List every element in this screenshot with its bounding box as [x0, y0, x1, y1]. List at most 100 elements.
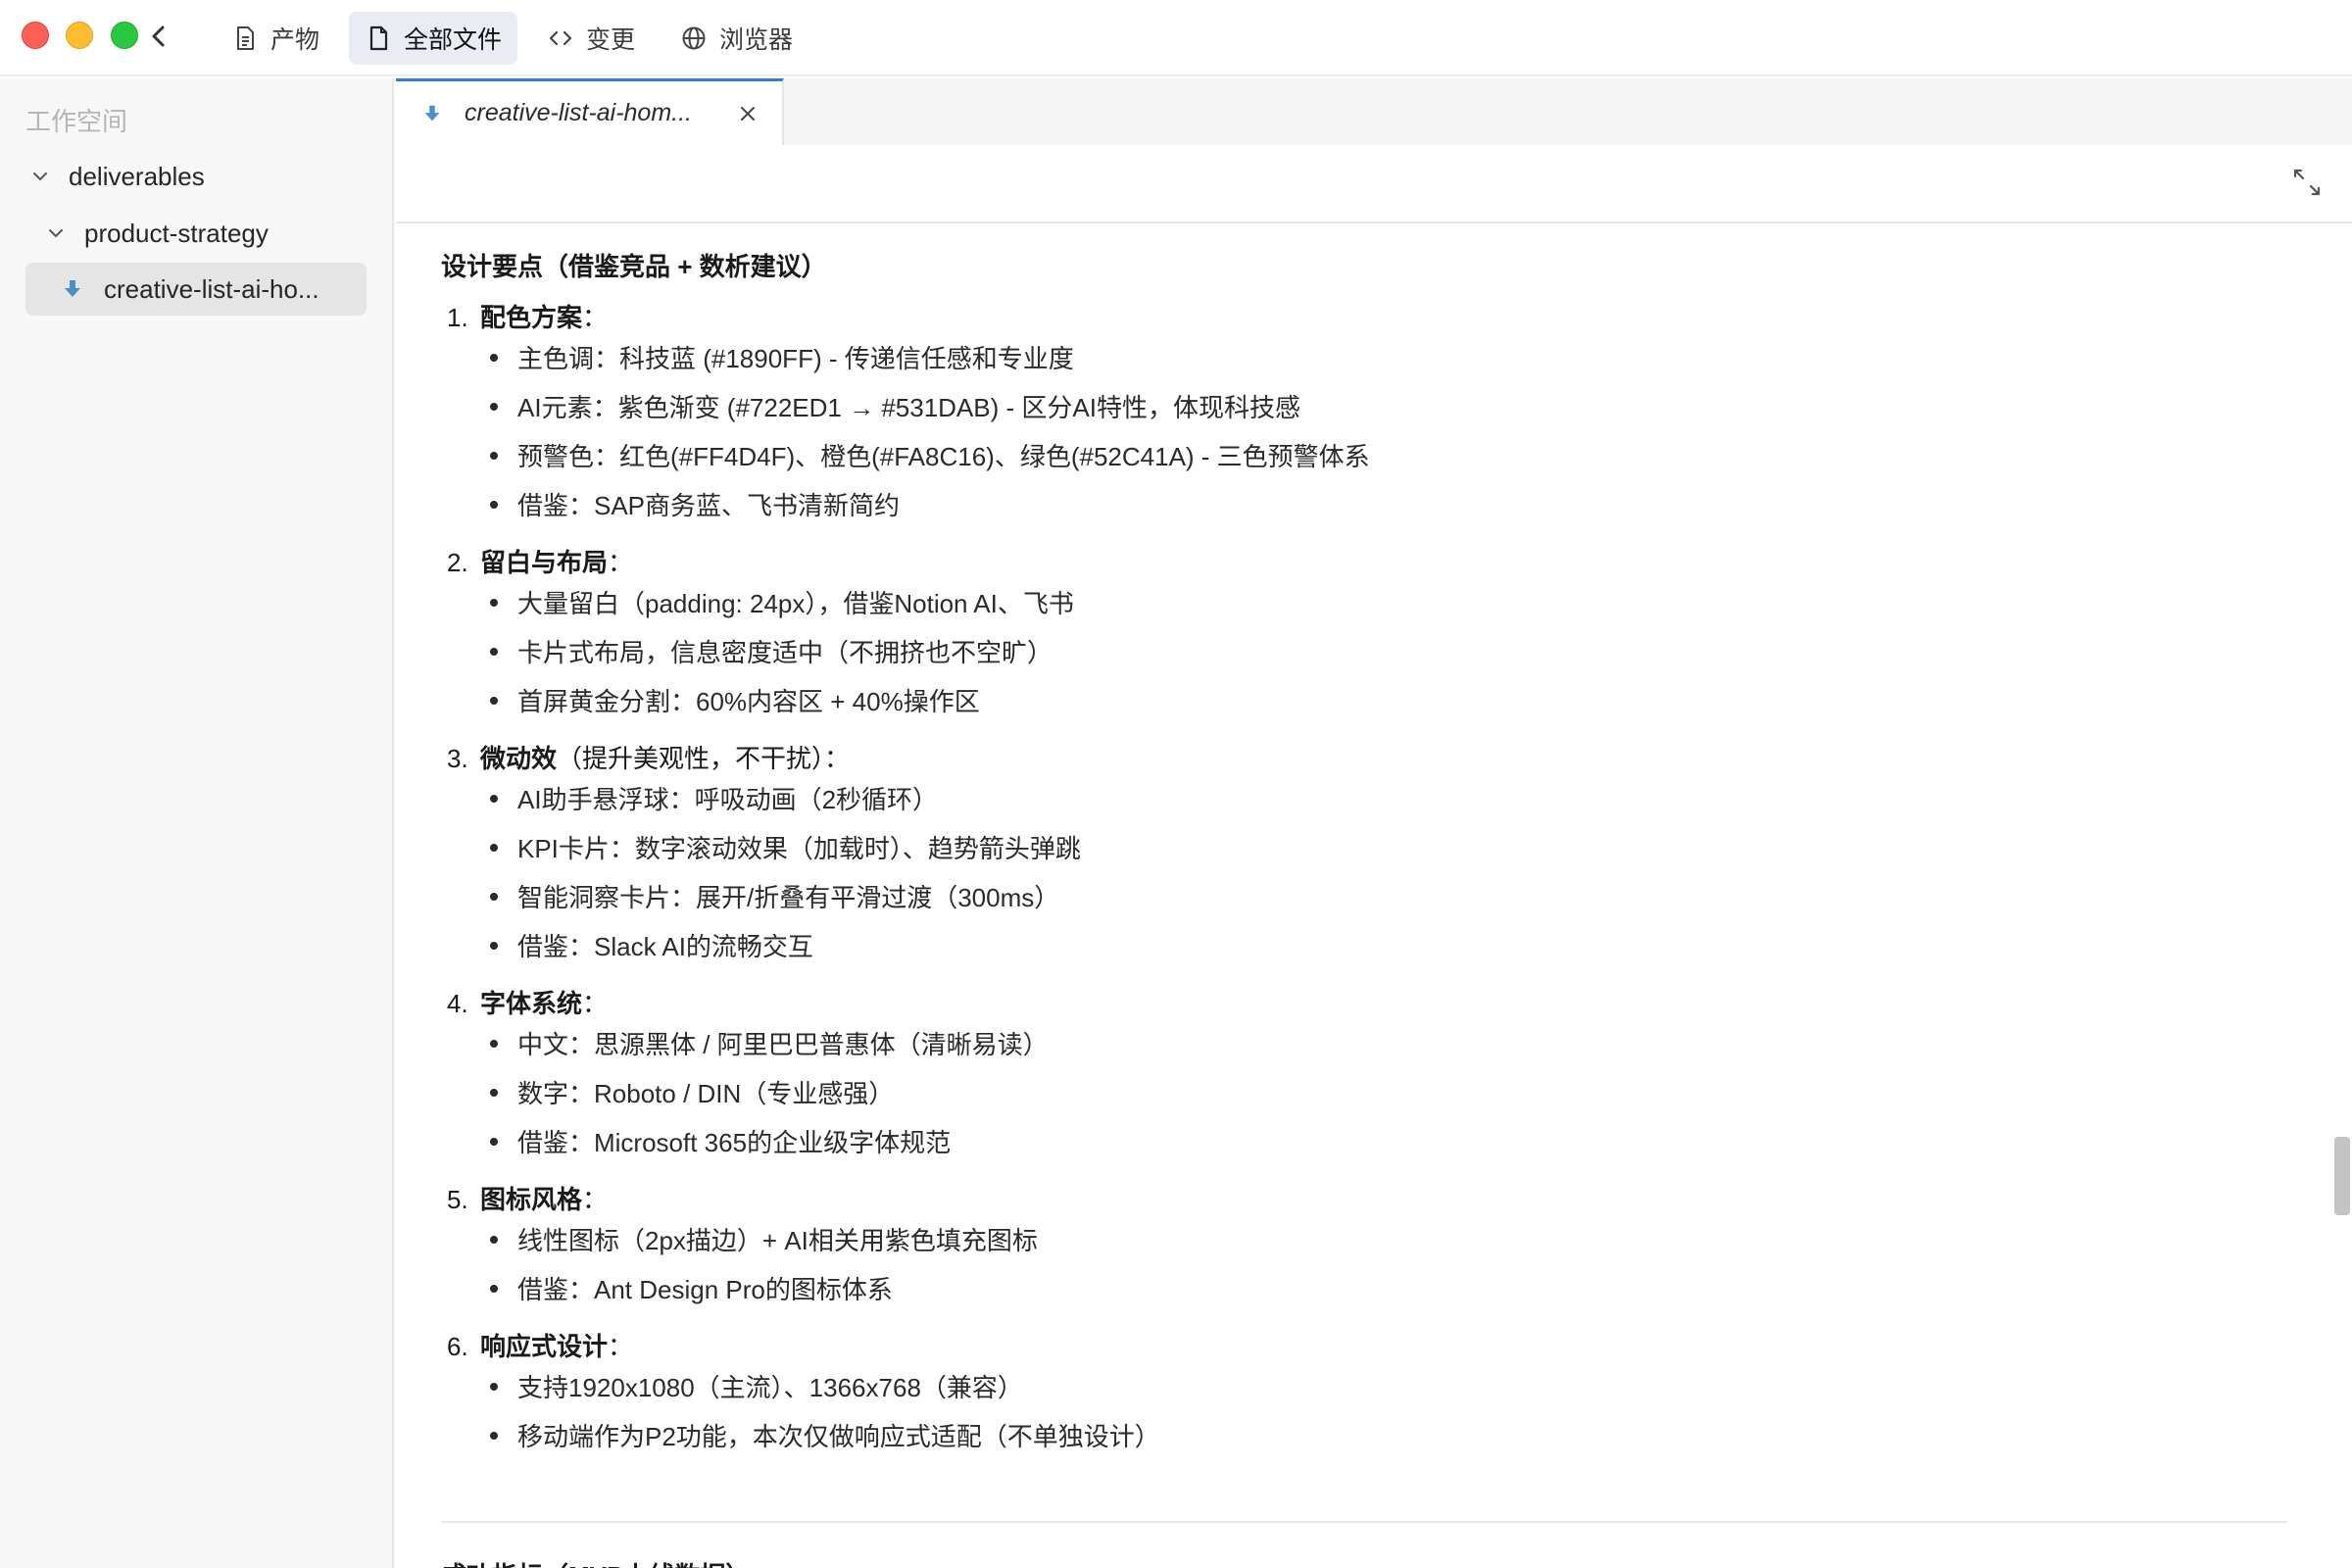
bullet-item: 支持1920x1080（主流）、1366x768（兼容） — [490, 1368, 1023, 1404]
list-item-section: 2. 留白与布局： — [447, 543, 633, 579]
list-item-section: 4. 字体系统： — [447, 984, 608, 1020]
list-number: 5. — [447, 1185, 468, 1214]
nav-tab-artifacts[interactable]: 产物 — [216, 12, 335, 65]
bullet-text: 卡片式布局，信息密度适中（不拥挤也不空旷） — [517, 638, 1054, 667]
expand-icon[interactable] — [2291, 167, 2323, 198]
markdown-file-icon — [424, 105, 440, 121]
tree-item-label: deliverables — [69, 161, 205, 191]
nav-tab-all-files[interactable]: 全部文件 — [349, 12, 518, 65]
bullet-text: 主色调：科技蓝 (#1890FF) - 传递信任感和专业度 — [517, 344, 1074, 373]
list-item-section: 1. 配色方案： — [447, 298, 608, 334]
list-number: 1. — [447, 303, 468, 332]
bullet-text: 线性图标（2px描边）+ AI相关用紫色填充图标 — [517, 1226, 1038, 1255]
editor-toolbar — [396, 145, 2352, 223]
file-icon — [369, 25, 388, 51]
bullet-item: KPI卡片：数字滚动效果（加载时）、趋势箭头弹跳 — [490, 829, 1081, 865]
bullet-text: 预警色：红色(#FF4D4F)、橙色(#FA8C16)、绿色(#52C41A) … — [517, 442, 1370, 471]
bullet-item: 借鉴：SAP商务蓝、飞书清新简约 — [490, 486, 900, 522]
section-title-suffix: ： — [582, 1185, 609, 1214]
markdown-file-icon — [65, 280, 80, 297]
bullet-text: 支持1920x1080（主流）、1366x768（兼容） — [517, 1373, 1023, 1402]
bullet-text: AI助手悬浮球：呼吸动画（2秒循环） — [517, 785, 939, 814]
tree-folder-deliverables[interactable]: deliverables — [29, 157, 205, 196]
bullet-text: 首屏黄金分割：60%内容区 + 40%操作区 — [517, 687, 980, 716]
bullet-text: 智能洞察卡片：展开/折叠有平滑过渡（300ms） — [517, 883, 1060, 912]
list-number: 3. — [447, 744, 468, 773]
list-item-section: 6. 响应式设计： — [447, 1327, 633, 1363]
document-content: 设计要点（借鉴竞品 + 数析建议） 1. 配色方案： 主色调：科技蓝 (#1890… — [396, 225, 2336, 1568]
list-item-section: 3. 微动效（提升美观性，不干扰）： — [447, 739, 850, 775]
section-title-suffix: ： — [582, 303, 609, 332]
nav-tab-label: 全部文件 — [404, 26, 503, 54]
bullet-item: AI助手悬浮球：呼吸动画（2秒循环） — [490, 780, 938, 816]
section-title-suffix: （提升美观性，不干扰）： — [557, 744, 851, 773]
nav-tab-label: 变更 — [586, 26, 636, 54]
bullet-text: 移动端作为P2功能，本次仅做响应式适配（不单独设计） — [517, 1422, 1160, 1451]
tree-file-creative-list[interactable]: creative-list-ai-ho... — [25, 263, 367, 316]
editor-tab-title: creative-list-ai-hom... — [465, 99, 692, 126]
close-window-button[interactable] — [22, 22, 49, 49]
section-title: 图标风格 — [480, 1185, 583, 1214]
bullet-item: 大量留白（padding: 24px），借鉴Notion AI、飞书 — [490, 584, 1074, 620]
bullet-item: 借鉴：Microsoft 365的企业级字体规范 — [490, 1123, 951, 1159]
section-title: 留白与布局 — [480, 548, 609, 577]
bullet-item: 线性图标（2px描边）+ AI相关用紫色填充图标 — [490, 1221, 1038, 1257]
bullet-item: 智能洞察卡片：展开/折叠有平滑过渡（300ms） — [490, 878, 1059, 914]
maximize-window-button[interactable] — [111, 22, 138, 49]
bullet-text: KPI卡片：数字滚动效果（加载时）、趋势箭头弹跳 — [517, 834, 1081, 863]
editor-tab-bar: creative-list-ai-hom... — [396, 78, 2352, 145]
chevron-down-icon[interactable] — [29, 166, 51, 187]
nav-tab-label: 浏览器 — [719, 26, 794, 54]
horizontal-rule — [441, 1521, 2287, 1523]
bullet-text: 借鉴：Slack AI的流畅交互 — [517, 932, 813, 961]
bullet-text: 借鉴：Ant Design Pro的图标体系 — [517, 1275, 893, 1304]
section-title: 字体系统 — [480, 989, 583, 1018]
bullet-item: 移动端作为P2功能，本次仅做响应式适配（不单独设计） — [490, 1417, 1160, 1453]
document-icon — [237, 26, 254, 50]
bullet-item: 首屏黄金分割：60%内容区 + 40%操作区 — [490, 682, 980, 718]
section-title: 微动效 — [480, 744, 558, 773]
bullet-text: AI元素：紫色渐变 (#722ED1 → #531DAB) - 区分AI特性，体… — [517, 393, 1300, 422]
code-icon — [549, 30, 572, 46]
scrollbar-thumb[interactable] — [2334, 1137, 2350, 1215]
next-section-heading: 成功指标（MVP上线数据） — [441, 1556, 751, 1568]
bullet-text: 数字：Roboto / DIN（专业感强） — [517, 1079, 895, 1108]
bullet-item: 预警色：红色(#FF4D4F)、橙色(#FA8C16)、绿色(#52C41A) … — [490, 437, 1370, 473]
section-title: 配色方案 — [480, 303, 583, 332]
list-number: 2. — [447, 548, 468, 577]
back-chevron-icon[interactable] — [147, 20, 171, 53]
nav-tab-browser[interactable]: 浏览器 — [664, 12, 808, 65]
top-nav: 产物 全部文件 变更 浏览器 — [216, 12, 808, 65]
tree-folder-product-strategy[interactable]: product-strategy — [45, 214, 269, 253]
list-number: 6. — [447, 1332, 468, 1361]
section-heading: 设计要点（借鉴竞品 + 数析建议） — [441, 252, 827, 281]
section-title-suffix: ： — [608, 1332, 634, 1361]
list-item-section: 5. 图标风格： — [447, 1180, 608, 1216]
section-title-suffix: ： — [608, 548, 634, 577]
title-bar: 产物 全部文件 变更 浏览器 — [0, 0, 2352, 76]
bullet-item: 借鉴：Slack AI的流畅交互 — [490, 927, 813, 963]
bullet-text: 大量留白（padding: 24px），借鉴Notion AI、飞书 — [517, 589, 1074, 618]
nav-tab-label: 产物 — [270, 26, 320, 54]
bullet-item: 借鉴：Ant Design Pro的图标体系 — [490, 1270, 893, 1306]
editor-tab[interactable]: creative-list-ai-hom... — [396, 78, 784, 145]
bullet-item: 中文：思源黑体 / 阿里巴巴普惠体（清晰易读） — [490, 1025, 1049, 1061]
workspace-label: 工作空间 — [25, 107, 128, 136]
sidebar: 工作空间 deliverables product-strategy creat… — [0, 78, 394, 1568]
bullet-text: 借鉴：Microsoft 365的企业级字体规范 — [517, 1128, 952, 1157]
bullet-item: 卡片式布局，信息密度适中（不拥挤也不空旷） — [490, 633, 1053, 669]
bullet-item: 数字：Roboto / DIN（专业感强） — [490, 1074, 894, 1110]
bullet-text: 借鉴：SAP商务蓝、飞书清新简约 — [517, 491, 901, 520]
chevron-down-icon[interactable] — [45, 222, 67, 244]
section-title-suffix: ： — [582, 989, 609, 1018]
bullet-item: 主色调：科技蓝 (#1890FF) - 传递信任感和专业度 — [490, 339, 1074, 375]
globe-icon — [682, 26, 706, 50]
minimize-window-button[interactable] — [66, 22, 93, 49]
close-icon[interactable] — [739, 105, 757, 122]
bullet-text: 中文：思源黑体 / 阿里巴巴普惠体（清晰易读） — [517, 1030, 1049, 1059]
section-title: 响应式设计 — [480, 1332, 609, 1361]
nav-tab-changes[interactable]: 变更 — [531, 12, 651, 65]
list-number: 4. — [447, 989, 468, 1018]
tree-item-label: creative-list-ai-ho... — [104, 273, 319, 304]
bullet-item: AI元素：紫色渐变 (#722ED1 → #531DAB) - 区分AI特性，体… — [490, 388, 1300, 424]
